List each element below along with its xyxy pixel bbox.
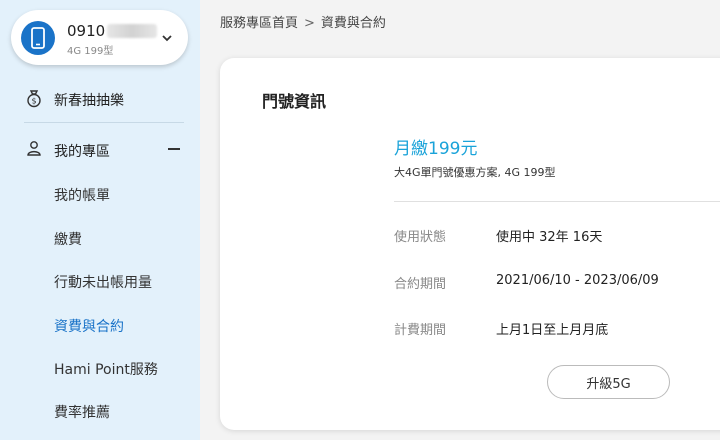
account-number-prefix: 0910 bbox=[67, 22, 106, 40]
sidebar-item-label: 我的專區 bbox=[54, 144, 110, 160]
account-selector[interactable]: 0910 4G 199型 bbox=[11, 10, 188, 65]
money-bag-icon: $ bbox=[27, 90, 41, 108]
phone-icon bbox=[21, 21, 55, 55]
breadcrumb-current: 資費與合約 bbox=[320, 16, 386, 31]
billing-period-value: 上月1日至上月月底 bbox=[496, 323, 609, 338]
account-plan: 4G 199型 bbox=[67, 46, 114, 57]
masked-digits bbox=[107, 24, 158, 38]
billing-period-label: 計費期間 bbox=[394, 323, 447, 338]
card-title: 門號資訊 bbox=[262, 92, 327, 111]
user-icon bbox=[27, 141, 41, 156]
sidebar-item-unbilled-usage[interactable]: 行動未出帳用量 bbox=[54, 272, 152, 292]
sidebar-item-hami-point[interactable]: Hami Point服務 bbox=[54, 359, 158, 379]
sidebar-item-payment[interactable]: 繳費 bbox=[54, 229, 82, 249]
upgrade-5g-button[interactable]: 升級5G bbox=[547, 365, 670, 399]
sidebar-divider bbox=[24, 122, 184, 123]
status-value: 使用中 32年 16天 bbox=[496, 230, 603, 245]
sidebar-item-plan-contract[interactable]: 資費與合約 bbox=[54, 316, 124, 336]
sidebar-item-my-bill[interactable]: 我的帳單 bbox=[54, 185, 110, 205]
sidebar: 0910 4G 199型 $ 新春抽抽樂 我的專區 我的帳單 繳費 行動未出帳用… bbox=[0, 0, 200, 440]
minus-icon[interactable] bbox=[168, 148, 180, 150]
monthly-fee: 月繳199元 bbox=[394, 139, 478, 159]
account-number: 0910 bbox=[67, 22, 158, 40]
contract-period-label: 合約期間 bbox=[394, 277, 447, 292]
sidebar-item-rate-recommend[interactable]: 費率推薦 bbox=[54, 402, 110, 422]
breadcrumb-home[interactable]: 服務專區首頁 bbox=[220, 16, 298, 31]
sidebar-item-lottery[interactable]: $ 新春抽抽樂 bbox=[0, 86, 200, 112]
breadcrumb: 服務專區首頁 > 資費與合約 bbox=[220, 12, 386, 31]
plan-name: 大4G單門號優惠方案, 4G 199型 bbox=[394, 166, 556, 179]
card-divider bbox=[394, 201, 720, 202]
breadcrumb-separator: > bbox=[304, 16, 315, 31]
chevron-down-icon[interactable] bbox=[161, 32, 173, 44]
sidebar-item-label: 新春抽抽樂 bbox=[54, 93, 124, 109]
status-label: 使用狀態 bbox=[394, 230, 447, 245]
contract-period-value: 2021/06/10 - 2023/06/09 bbox=[496, 273, 659, 288]
number-info-card: 門號資訊 月繳199元 大4G單門號優惠方案, 4G 199型 使用狀態 使用中… bbox=[220, 58, 720, 430]
svg-text:$: $ bbox=[31, 97, 36, 106]
sidebar-item-my-zone[interactable]: 我的專區 bbox=[0, 136, 200, 162]
